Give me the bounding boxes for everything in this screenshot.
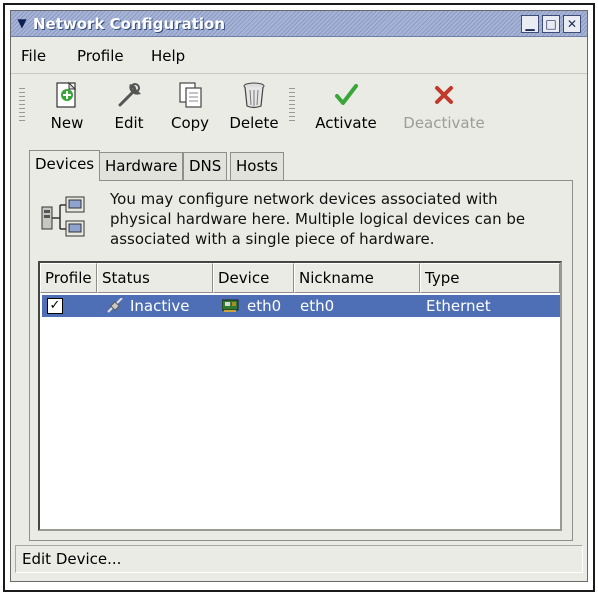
column-header-status[interactable]: Status [97, 263, 213, 293]
new-label: New [50, 114, 84, 132]
copy-button[interactable]: Copy [161, 80, 219, 132]
profile-checkbox[interactable]: ✓ [47, 298, 63, 314]
devices-panel: You may configure network devices associ… [29, 180, 573, 541]
deactivate-label: Deactivate [403, 114, 485, 132]
delete-button[interactable]: Delete [223, 80, 285, 132]
info-text: You may configure network devices associ… [110, 189, 560, 249]
check-mark-icon [335, 84, 358, 105]
menu-file[interactable]: File [21, 47, 46, 65]
tab-dns[interactable]: DNS [183, 152, 228, 180]
edit-button[interactable]: Edit [103, 80, 155, 132]
status-bar: Edit Device... [15, 545, 583, 573]
network-configuration-window: ▼ Network Configuration ▁ □ ✕ File Profi… [10, 10, 588, 582]
menu-bar: File Profile Help [11, 43, 587, 69]
toolbar: New Edit Copy Delete Activate Deactivate [11, 73, 587, 137]
activate-button[interactable]: Activate [309, 80, 383, 132]
activate-label: Activate [315, 114, 377, 132]
column-header-nickname[interactable]: Nickname [294, 263, 420, 293]
column-header-device[interactable]: Device [213, 263, 294, 293]
nickname-cell: eth0 [300, 297, 335, 315]
tab-devices[interactable]: Devices [29, 150, 101, 181]
deactivate-button[interactable]: Deactivate [399, 80, 489, 132]
device-cell: eth0 [247, 297, 282, 315]
new-file-icon [56, 81, 77, 108]
title-bar[interactable]: ▼ Network Configuration ▁ □ ✕ [11, 11, 587, 37]
menu-profile[interactable]: Profile [77, 47, 124, 65]
info-line: physical hardware here. Multiple logical… [110, 210, 526, 228]
edit-label: Edit [114, 114, 144, 132]
x-mark-icon [435, 86, 453, 104]
column-header-type[interactable]: Type [420, 263, 560, 293]
wrench-icon [118, 83, 142, 107]
info-line: associated with a single piece of hardwa… [110, 230, 435, 248]
network-card-icon [222, 299, 239, 312]
copy-icon [179, 82, 202, 108]
close-button[interactable]: ✕ [563, 15, 581, 33]
toolbar-grip[interactable] [289, 88, 295, 124]
column-header-profile[interactable]: Profile [40, 263, 97, 293]
window-menu-icon[interactable]: ▼ [15, 16, 29, 30]
maximize-button[interactable]: □ [542, 15, 560, 33]
info-line: You may configure network devices associ… [110, 190, 498, 208]
list-header: Profile Status Device Nickname Type [40, 263, 560, 293]
tab-hardware[interactable]: Hardware [99, 152, 184, 180]
new-button[interactable]: New [39, 80, 95, 132]
minimize-button[interactable]: ▁ [521, 15, 539, 33]
type-cell: Ethernet [426, 297, 491, 315]
copy-label: Copy [170, 114, 210, 132]
tab-hosts[interactable]: Hosts [230, 152, 284, 180]
devices-list[interactable]: Profile Status Device Nickname Type ✓ In… [38, 261, 562, 531]
delete-label: Delete [229, 114, 279, 132]
trash-can-icon [243, 82, 265, 109]
table-row[interactable]: ✓ Inactive eth0 eth0 Ethernet [42, 295, 560, 317]
network-devices-icon [41, 196, 85, 237]
status-cell: Inactive [130, 297, 190, 315]
window-title: Network Configuration [33, 15, 225, 33]
toolbar-grip[interactable] [19, 88, 25, 124]
disconnected-plug-icon [107, 298, 123, 313]
menu-help[interactable]: Help [151, 47, 185, 65]
